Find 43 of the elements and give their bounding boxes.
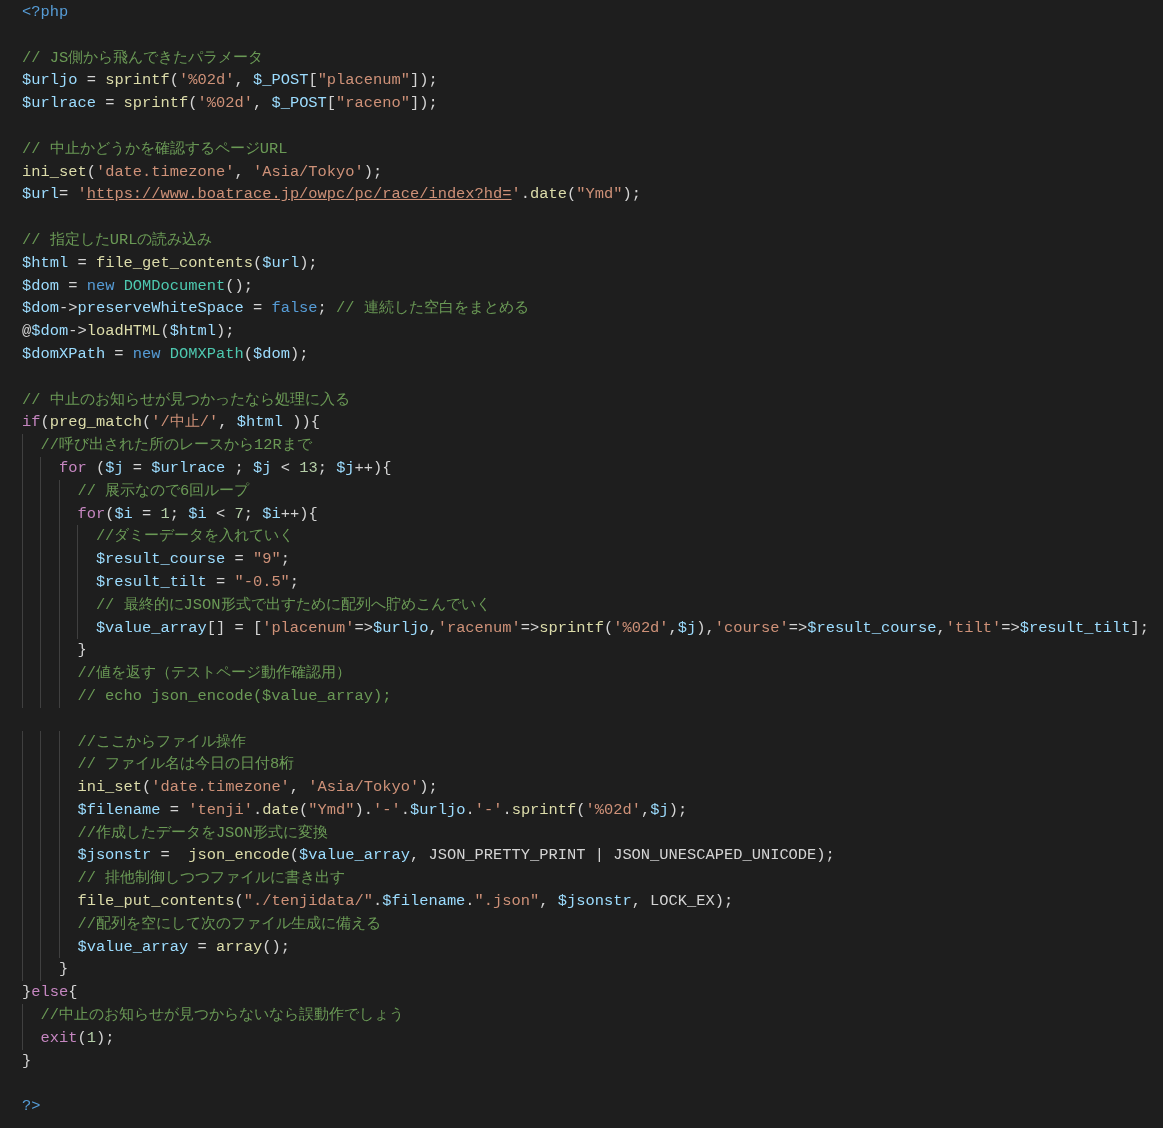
code-line: $filename = 'tenji'.date("Ymd").'-'.$urljo.'-'.sprintf('%02d',$j); — [22, 798, 1163, 822]
code-line: @$dom->loadHTML($html); — [22, 321, 236, 343]
code-comment: // 中止のお知らせが見つかったなら処理に入る — [22, 389, 351, 411]
code-line: if(preg_match('/中止/', $html )){ — [22, 412, 321, 434]
code-line: $jsonstr = json_encode($value_array, JSON_PRETTY_PRINT | JSON_UNESCAPED_UNICODE); — [22, 844, 1163, 868]
code-line: for ($j = $urlrace ; $j < 13; $j++){ — [22, 456, 1163, 480]
code-comment: //配列を空にして次のファイル生成に備える — [22, 912, 1163, 936]
code-line: } — [22, 1050, 33, 1072]
code-comment: //作成したデータをJSON形式に変換 — [22, 821, 1163, 845]
code-comment: // ファイル名は今日の日付8桁 — [22, 753, 1163, 777]
code-comment: // JS側から飛んできたパラメータ — [22, 47, 265, 69]
code-comment: //中止のお知らせが見つからないなら誤動作でしょう — [22, 1004, 1163, 1027]
code-line: <?php — [22, 2, 70, 23]
code-comment: // echo json_encode($value_array); — [22, 684, 1163, 708]
code-comment: // 排他制御しつつファイルに書き出す — [22, 867, 1163, 891]
code-line: } — [22, 639, 1163, 663]
code-comment: // 中止かどうかを確認するページURL — [22, 138, 289, 160]
code-line: ini_set('date.timezone', 'Asia/Tokyo'); — [22, 161, 384, 183]
code-line: exit(1); — [22, 1026, 1163, 1050]
code-line: $html = file_get_contents($url); — [22, 252, 319, 274]
code-line: $urljo = sprintf('%02d', $_POST["placenum"]); — [22, 70, 439, 92]
code-line: $domXPath = new DOMXPath($dom); — [22, 343, 310, 365]
code-comment: // 最終的にJSON形式で出すために配列へ貯めこんでいく — [22, 593, 1163, 617]
code-line: }else{ — [22, 982, 79, 1004]
code-line: ini_set('date.timezone', 'Asia/Tokyo'); — [22, 776, 1163, 799]
code-comment: // 指定したURLの読み込み — [22, 229, 214, 251]
code-comment: //呼び出された所のレースから12Rまで — [22, 434, 1163, 457]
code-line: file_put_contents("./tenjidata/".$filename.".json", $jsonstr, LOCK_EX); — [22, 890, 1163, 913]
code-line: $result_tilt = "-0.5"; — [22, 570, 1163, 594]
code-line: } — [22, 958, 1163, 982]
code-line: $result_course = "9"; — [22, 548, 1163, 571]
code-line: for($i = 1; $i < 7; $i++){ — [22, 502, 1163, 526]
code-comment: //ここからファイル操作 — [22, 730, 1163, 754]
code-line: $value_array = array(); — [22, 935, 1163, 959]
code-line: $url= 'https://www.boatrace.jp/owpc/pc/race/index?hd='.date("Ymd"); — [22, 184, 642, 206]
code-comment: //値を返す（テストページ動作確認用） — [22, 662, 1163, 685]
code-comment: // 展示なので6回ループ — [22, 479, 1163, 503]
code-line: $dom->preserveWhiteSpace = false; // 連続した空白をまとめる — [22, 298, 530, 320]
code-line: $urlrace = sprintf('%02d', $_POST["raceno"]); — [22, 93, 439, 115]
code-line: $value_array[] = ['placenum'=>$urljo,'racenum'=>sprintf('%02d',$j),'course'=>$result_course,'tilt'=>$result_tilt]; — [22, 616, 1163, 640]
code-comment: //ダミーデータを入れていく — [22, 525, 1163, 549]
code-line: $dom = new DOMDocument(); — [22, 275, 254, 297]
code-line: ?> — [22, 1096, 42, 1118]
